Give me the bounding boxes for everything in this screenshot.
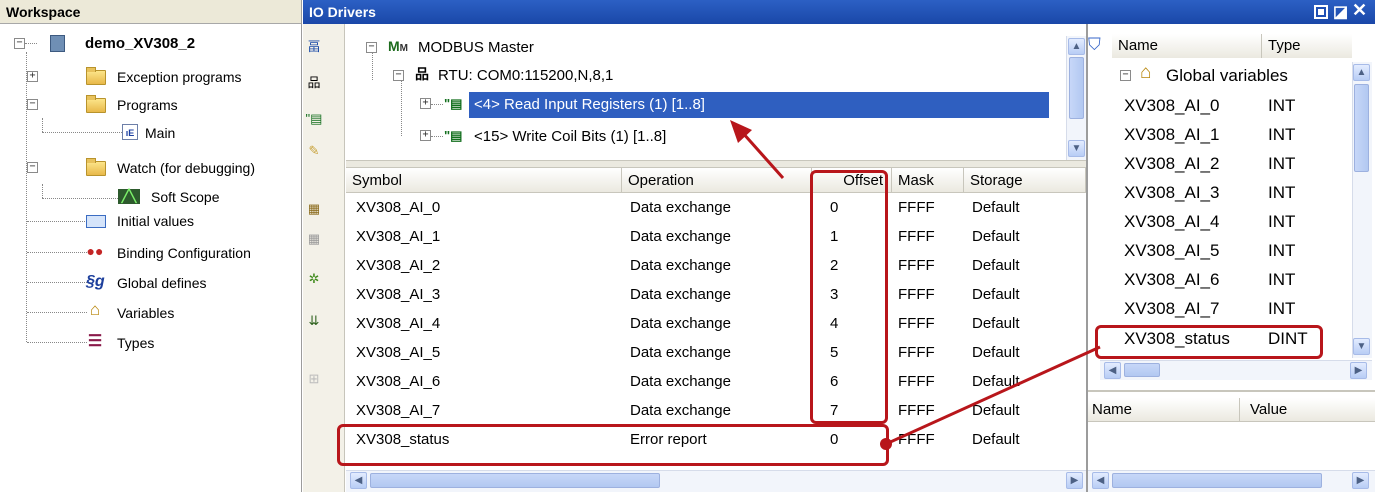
connector-dot [880,438,892,450]
annotation-arrows [730,120,1101,450]
arrow-to-read-registers [740,131,785,179]
connector-status [885,345,1101,446]
